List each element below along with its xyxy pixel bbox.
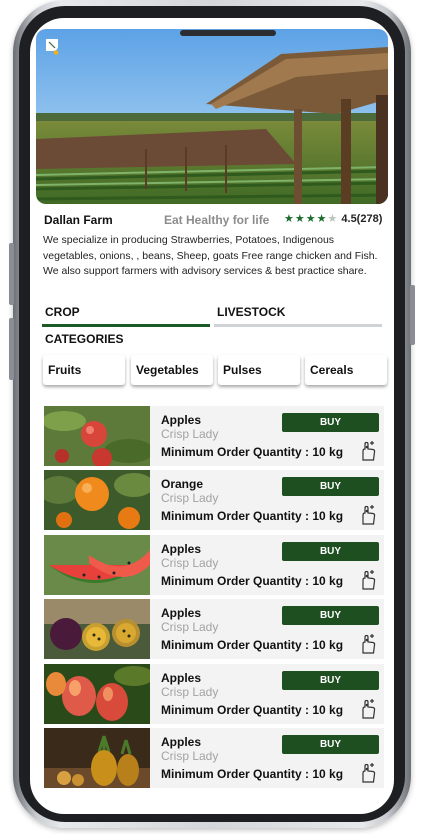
category-cereals[interactable]: Cereals (305, 355, 387, 385)
buy-button[interactable]: BUY (282, 671, 379, 690)
category-fruits[interactable]: Fruits (43, 355, 125, 385)
product-card[interactable]: Apples Crisp Lady Minimum Order Quantity… (44, 406, 384, 466)
add-to-cart-hand-icon[interactable] (358, 440, 378, 462)
product-variety: Crisp Lady (161, 427, 219, 441)
product-min-order: Minimum Order Quantity : 10 kg (161, 703, 344, 717)
tab-crop-label: CROP (45, 305, 80, 319)
product-image-pineapples (44, 728, 150, 788)
volume-down-button (9, 318, 14, 380)
product-variety: Crisp Lady (161, 556, 219, 570)
product-min-order: Minimum Order Quantity : 10 kg (161, 509, 344, 523)
buy-button[interactable]: BUY (282, 542, 379, 561)
leaf-logo-icon (46, 39, 59, 55)
tab-livestock[interactable]: LIVESTOCK (214, 302, 382, 327)
category-label: Vegetables (136, 363, 199, 377)
farm-description: We specialize in producing Strawberries,… (43, 234, 378, 277)
product-min-order: Minimum Order Quantity : 10 kg (161, 638, 344, 652)
product-name: Apples (161, 735, 202, 749)
volume-up-button (9, 243, 14, 305)
tab-crop[interactable]: CROP (42, 302, 210, 327)
add-to-cart-hand-icon[interactable] (358, 698, 378, 720)
farm-rating: ★★★★★ 4.5(278) (284, 212, 382, 225)
category-label: Pulses (223, 363, 262, 377)
product-variety: Crisp Lady (161, 491, 219, 505)
product-card[interactable]: Apples Crisp Lady Minimum Order Quantity… (44, 728, 384, 788)
category-vegetables[interactable]: Vegetables (131, 355, 213, 385)
category-label: Cereals (310, 363, 354, 377)
buy-button[interactable]: BUY (282, 477, 379, 496)
app-screen: Dallan Farm Eat Healthy for life ★★★★★ 4… (30, 18, 394, 814)
farm-tagline: Eat Healthy for life (164, 213, 270, 227)
product-name: Apples (161, 606, 202, 620)
farm-info-row: Dallan Farm Eat Healthy for life ★★★★★ 4… (44, 212, 386, 228)
product-min-order: Minimum Order Quantity : 10 kg (161, 767, 344, 781)
farm-name: Dallan Farm (44, 213, 113, 227)
product-variety: Crisp Lady (161, 685, 219, 699)
rating-stars-icon: ★★★★★ (284, 213, 339, 225)
buy-button[interactable]: BUY (282, 413, 379, 432)
product-min-order: Minimum Order Quantity : 10 kg (161, 445, 344, 459)
product-card[interactable]: Apples Crisp Lady Minimum Order Quantity… (44, 535, 384, 595)
product-name: Orange (161, 477, 204, 491)
product-name: Apples (161, 671, 202, 685)
product-card[interactable]: Apples Crisp Lady Minimum Order Quantity… (44, 664, 384, 724)
add-to-cart-hand-icon[interactable] (358, 569, 378, 591)
buy-button[interactable]: BUY (282, 606, 379, 625)
product-image-watermelon (44, 535, 150, 595)
product-name: Apples (161, 413, 202, 427)
product-image-passion-fruit (44, 599, 150, 659)
power-button (410, 285, 415, 345)
tab-livestock-label: LIVESTOCK (217, 305, 286, 319)
product-min-order: Minimum Order Quantity : 10 kg (161, 574, 344, 588)
product-variety: Crisp Lady (161, 620, 219, 634)
buy-button[interactable]: BUY (282, 735, 379, 754)
add-to-cart-hand-icon[interactable] (358, 633, 378, 655)
product-image-mangoes (44, 664, 150, 724)
category-row: Fruits Vegetables Pulses Cereals (43, 355, 389, 389)
product-card[interactable]: Orange Crisp Lady Minimum Order Quantity… (44, 470, 384, 530)
product-card[interactable]: Apples Crisp Lady Minimum Order Quantity… (44, 599, 384, 659)
product-image-oranges (44, 470, 150, 530)
tab-bar: CROP LIVESTOCK (42, 302, 386, 327)
category-label: Fruits (48, 363, 82, 377)
farm-hero-image (36, 29, 388, 204)
product-name: Apples (161, 542, 202, 556)
product-image-apples (44, 406, 150, 466)
categories-heading: CATEGORIES (45, 332, 124, 346)
product-variety: Crisp Lady (161, 749, 219, 763)
add-to-cart-hand-icon[interactable] (358, 762, 378, 784)
speaker-notch (180, 30, 276, 36)
category-pulses[interactable]: Pulses (218, 355, 300, 385)
rating-value: 4.5(278) (341, 213, 383, 225)
add-to-cart-hand-icon[interactable] (358, 504, 378, 526)
